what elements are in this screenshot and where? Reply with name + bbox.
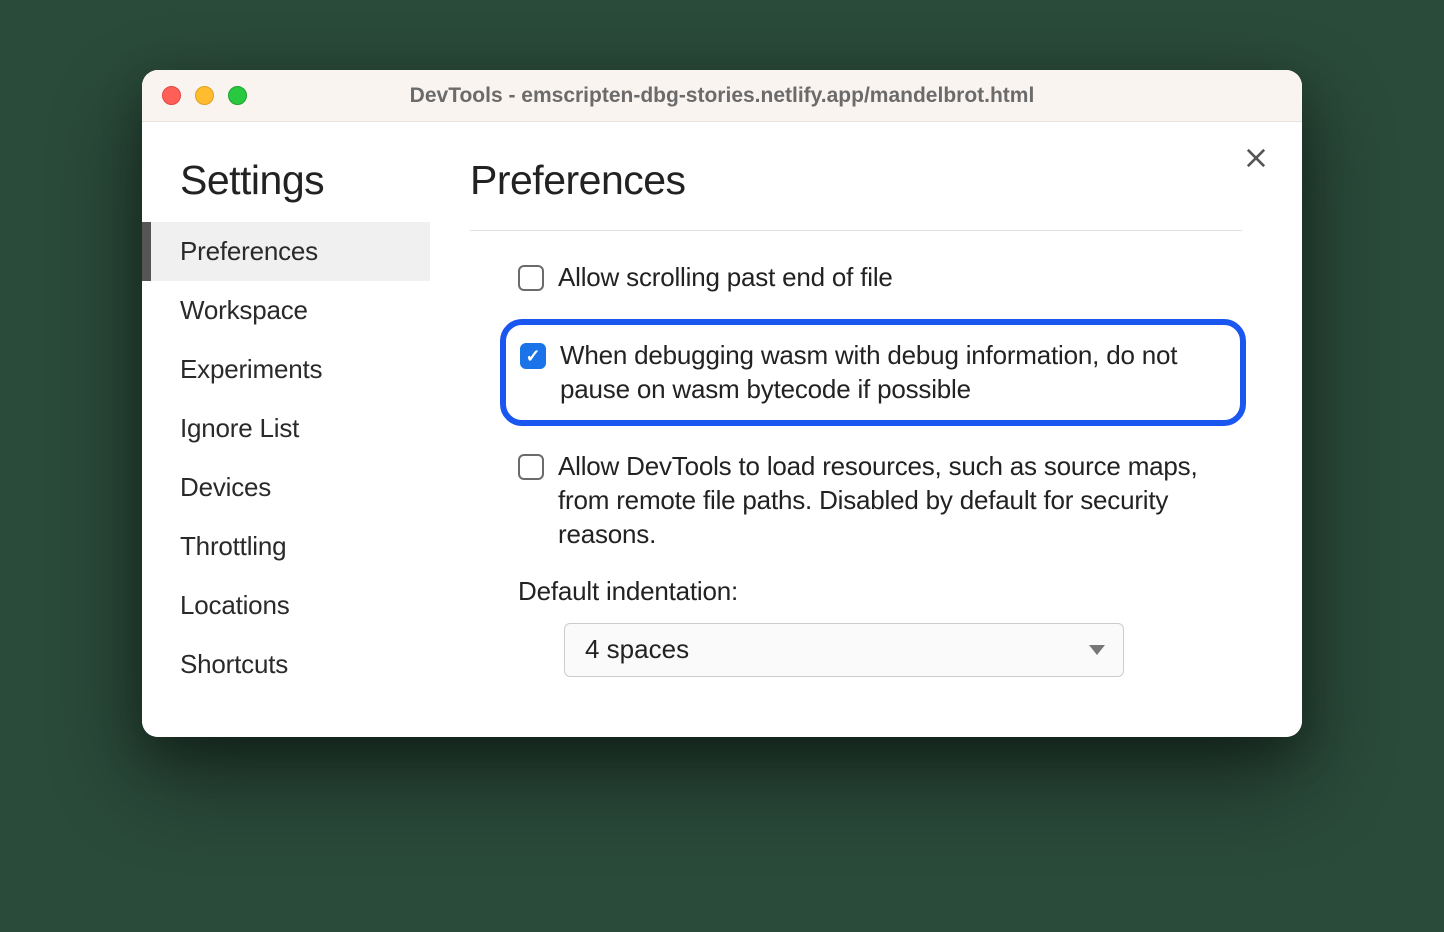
fullscreen-window-button[interactable]: [228, 86, 247, 105]
chevron-down-icon: [1089, 645, 1105, 655]
minimize-window-button[interactable]: [195, 86, 214, 105]
settings-sidebar: Settings PreferencesWorkspaceExperiments…: [142, 122, 430, 737]
preference-row: When debugging wasm with debug informati…: [500, 319, 1246, 427]
page-title: Preferences: [470, 157, 1242, 231]
preference-row: Allow DevTools to load resources, such a…: [518, 450, 1242, 551]
sidebar-item-shortcuts[interactable]: Shortcuts: [142, 635, 430, 694]
sidebar-item-devices[interactable]: Devices: [142, 458, 430, 517]
close-icon[interactable]: [1242, 144, 1272, 174]
preference-label: Allow DevTools to load resources, such a…: [558, 450, 1242, 551]
sidebar-title: Settings: [142, 157, 430, 222]
traffic-lights: [162, 86, 247, 105]
sidebar-item-ignore-list[interactable]: Ignore List: [142, 399, 430, 458]
settings-body: Settings PreferencesWorkspaceExperiments…: [142, 122, 1302, 737]
window-title: DevTools - emscripten-dbg-stories.netlif…: [142, 84, 1302, 108]
sidebar-item-throttling[interactable]: Throttling: [142, 517, 430, 576]
preference-label: When debugging wasm with debug informati…: [560, 339, 1222, 407]
close-window-button[interactable]: [162, 86, 181, 105]
preferences-panel: Preferences Allow scrolling past end of …: [430, 122, 1302, 737]
default-indentation-label: Default indentation:: [518, 576, 1242, 607]
sidebar-item-workspace[interactable]: Workspace: [142, 281, 430, 340]
preference-checkbox[interactable]: [520, 343, 546, 369]
preferences-list: Allow scrolling past end of file When deb…: [470, 261, 1242, 677]
preference-checkbox[interactable]: [518, 454, 544, 480]
dropdown-value: 4 spaces: [585, 634, 689, 665]
preference-checkbox[interactable]: [518, 265, 544, 291]
sidebar-nav: PreferencesWorkspaceExperimentsIgnore Li…: [142, 222, 430, 694]
devtools-settings-window: DevTools - emscripten-dbg-stories.netlif…: [142, 70, 1302, 737]
sidebar-item-preferences[interactable]: Preferences: [142, 222, 430, 281]
titlebar[interactable]: DevTools - emscripten-dbg-stories.netlif…: [142, 70, 1302, 122]
preference-row: Allow scrolling past end of file: [518, 261, 1242, 295]
preference-label: Allow scrolling past end of file: [558, 261, 893, 295]
default-indentation-select[interactable]: 4 spaces: [564, 623, 1124, 677]
sidebar-item-experiments[interactable]: Experiments: [142, 340, 430, 399]
sidebar-item-locations[interactable]: Locations: [142, 576, 430, 635]
